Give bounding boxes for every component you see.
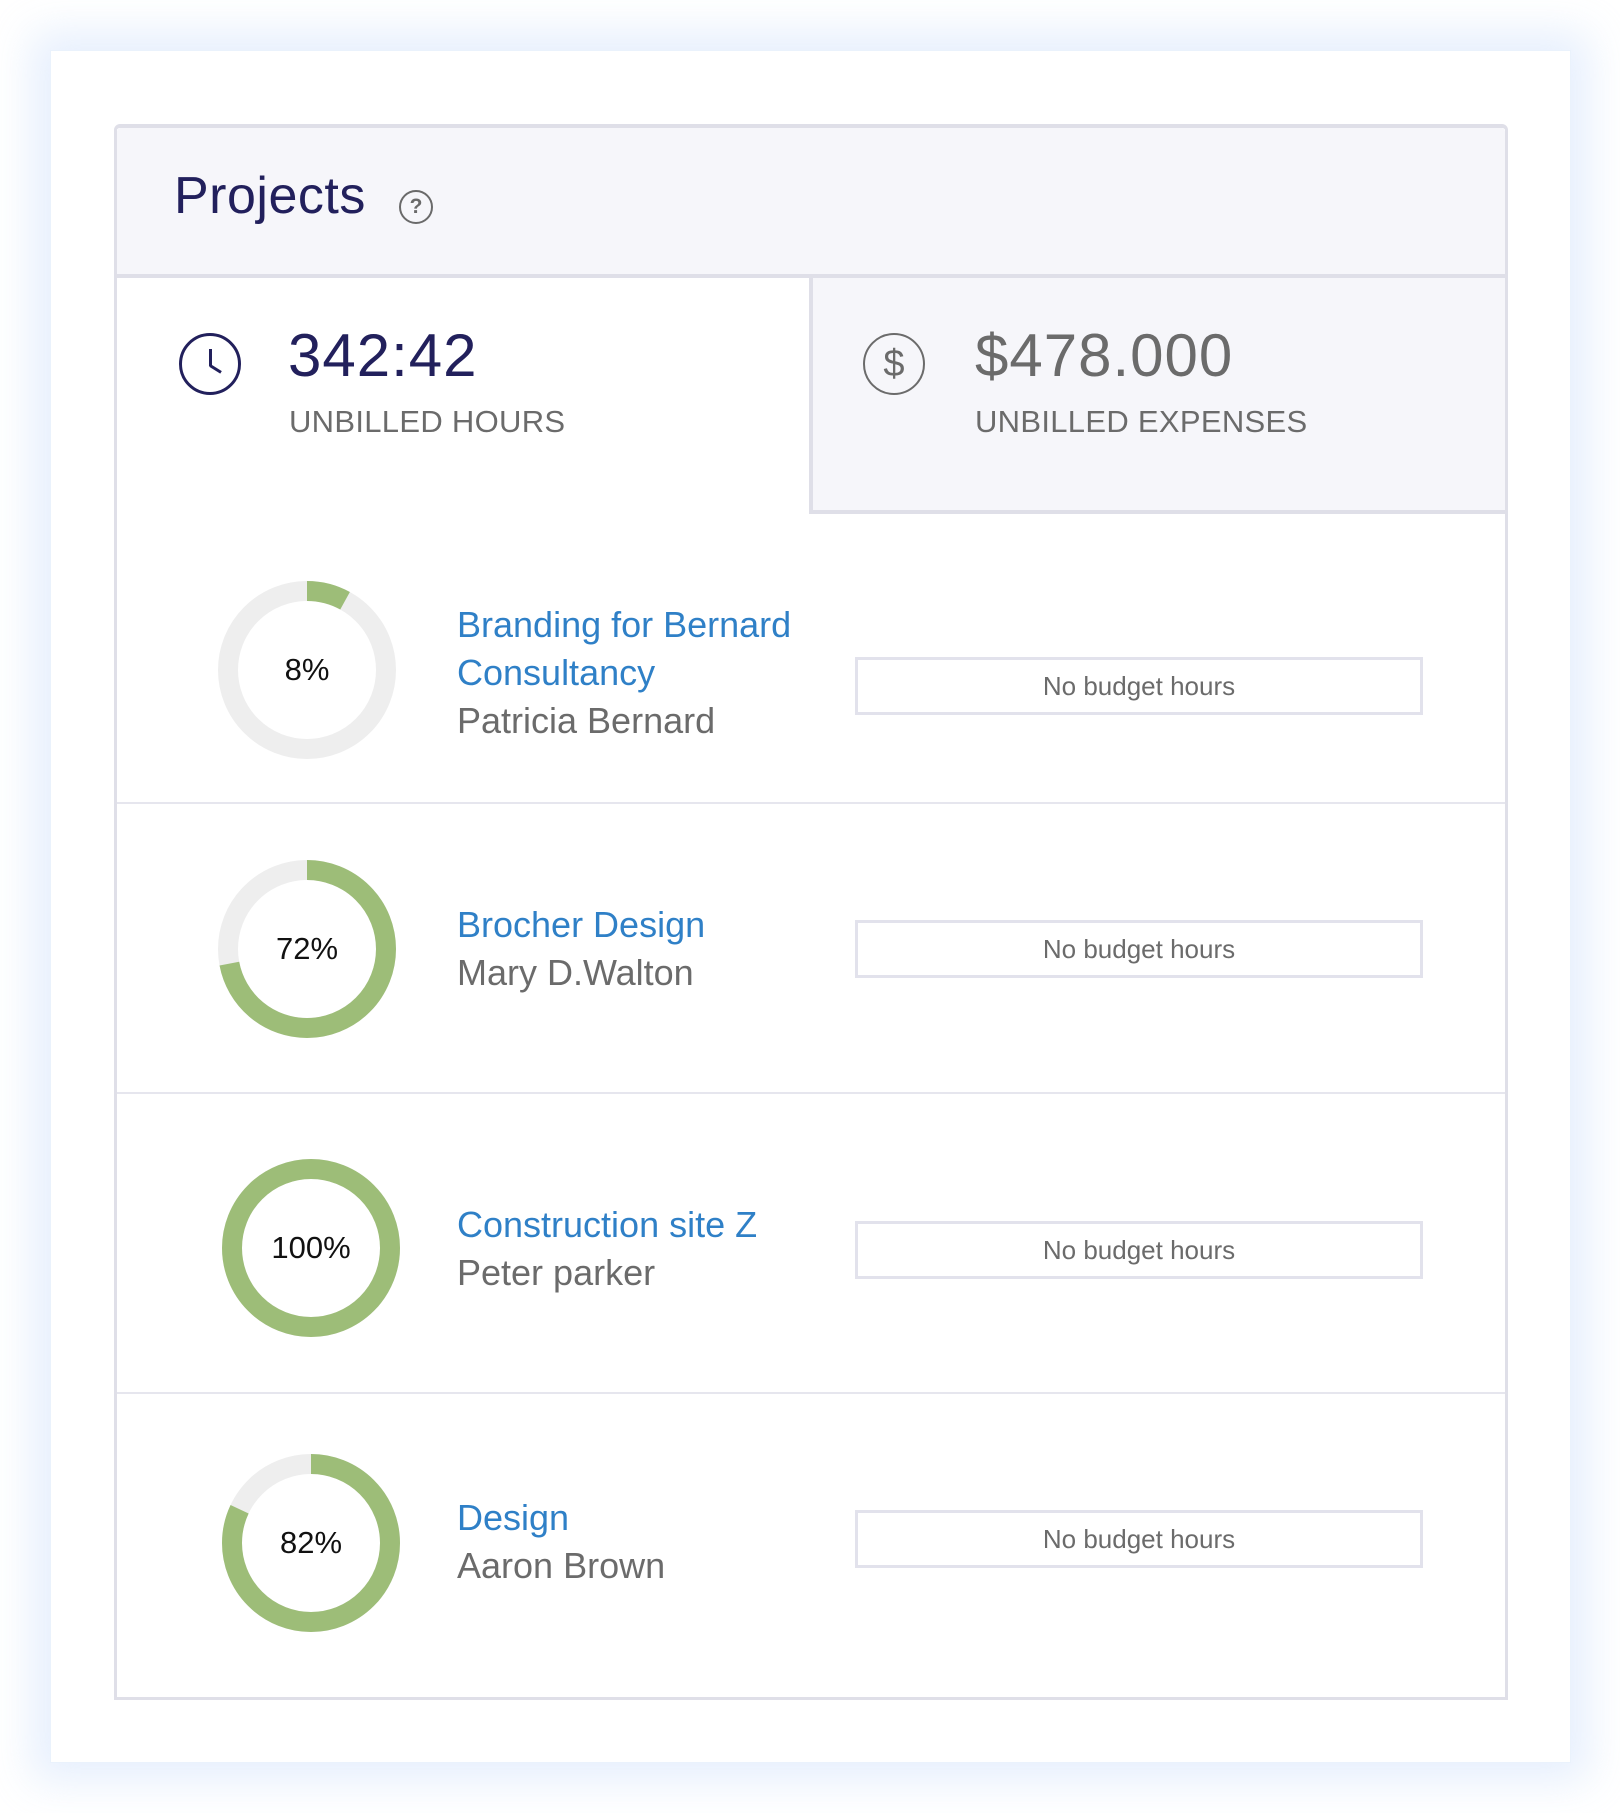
project-info: Branding for Bernard Consultancy Patrici… [457, 601, 837, 745]
tab-unbilled-hours[interactable]: 342:42 UNBILLED HOURS [117, 278, 812, 514]
project-client: Patricia Bernard [457, 700, 716, 741]
budget-hours-box[interactable]: No budget hours [855, 920, 1423, 978]
progress-donut: 82% [222, 1454, 400, 1632]
projects-card: Projects ? 342:42 UNBILLED HOURS $ $478.… [50, 50, 1571, 1763]
help-icon[interactable]: ? [399, 190, 433, 224]
project-info: Design Aaron Brown [457, 1494, 837, 1590]
budget-hours-box[interactable]: No budget hours [855, 657, 1423, 715]
project-title-link[interactable]: Construction site Z [457, 1201, 837, 1249]
budget-hours-box[interactable]: No budget hours [855, 1510, 1423, 1568]
project-row: 72% Brocher Design Mary D.Walton No budg… [117, 804, 1505, 1094]
progress-percent-label: 72% [275, 931, 339, 966]
tab-unbilled-expenses[interactable]: $ $478.000 UNBILLED EXPENSES [809, 278, 1505, 514]
project-info: Construction site Z Peter parker [457, 1201, 837, 1297]
unbilled-hours-value: 342:42 [288, 322, 478, 389]
project-title-link[interactable]: Branding for Bernard Consultancy [457, 601, 837, 697]
progress-donut: 100% [222, 1159, 400, 1337]
progress-percent-label: 8% [284, 652, 330, 687]
unbilled-expenses-value: $478.000 [975, 322, 1234, 389]
clock-icon [179, 333, 241, 395]
project-title-link[interactable]: Design [457, 1494, 837, 1542]
dollar-icon: $ [863, 333, 925, 395]
project-row: 100% Construction site Z Peter parker No… [117, 1094, 1505, 1394]
project-info: Brocher Design Mary D.Walton [457, 901, 837, 997]
project-client: Aaron Brown [457, 1545, 666, 1586]
project-row: 82% Design Aaron Brown No budget hours [117, 1394, 1505, 1704]
page-title: Projects [174, 167, 366, 225]
project-client: Peter parker [457, 1252, 656, 1293]
project-row: 8% Branding for Bernard Consultancy Patr… [117, 514, 1505, 804]
projects-panel: Projects ? 342:42 UNBILLED HOURS $ $478.… [114, 124, 1508, 1700]
stats-tabs: 342:42 UNBILLED HOURS $ $478.000 UNBILLE… [117, 278, 1505, 514]
progress-donut: 8% [218, 581, 396, 759]
project-title-link[interactable]: Brocher Design [457, 901, 837, 949]
project-client: Mary D.Walton [457, 952, 694, 993]
budget-hours-box[interactable]: No budget hours [855, 1221, 1423, 1279]
project-list: 8% Branding for Bernard Consultancy Patr… [117, 514, 1505, 1704]
unbilled-expenses-label: UNBILLED EXPENSES [975, 404, 1308, 439]
progress-percent-label: 100% [271, 1230, 351, 1265]
unbilled-hours-label: UNBILLED HOURS [289, 404, 566, 439]
progress-percent-label: 82% [279, 1525, 343, 1560]
panel-header: Projects ? [117, 128, 1505, 278]
progress-donut: 72% [218, 860, 396, 1038]
